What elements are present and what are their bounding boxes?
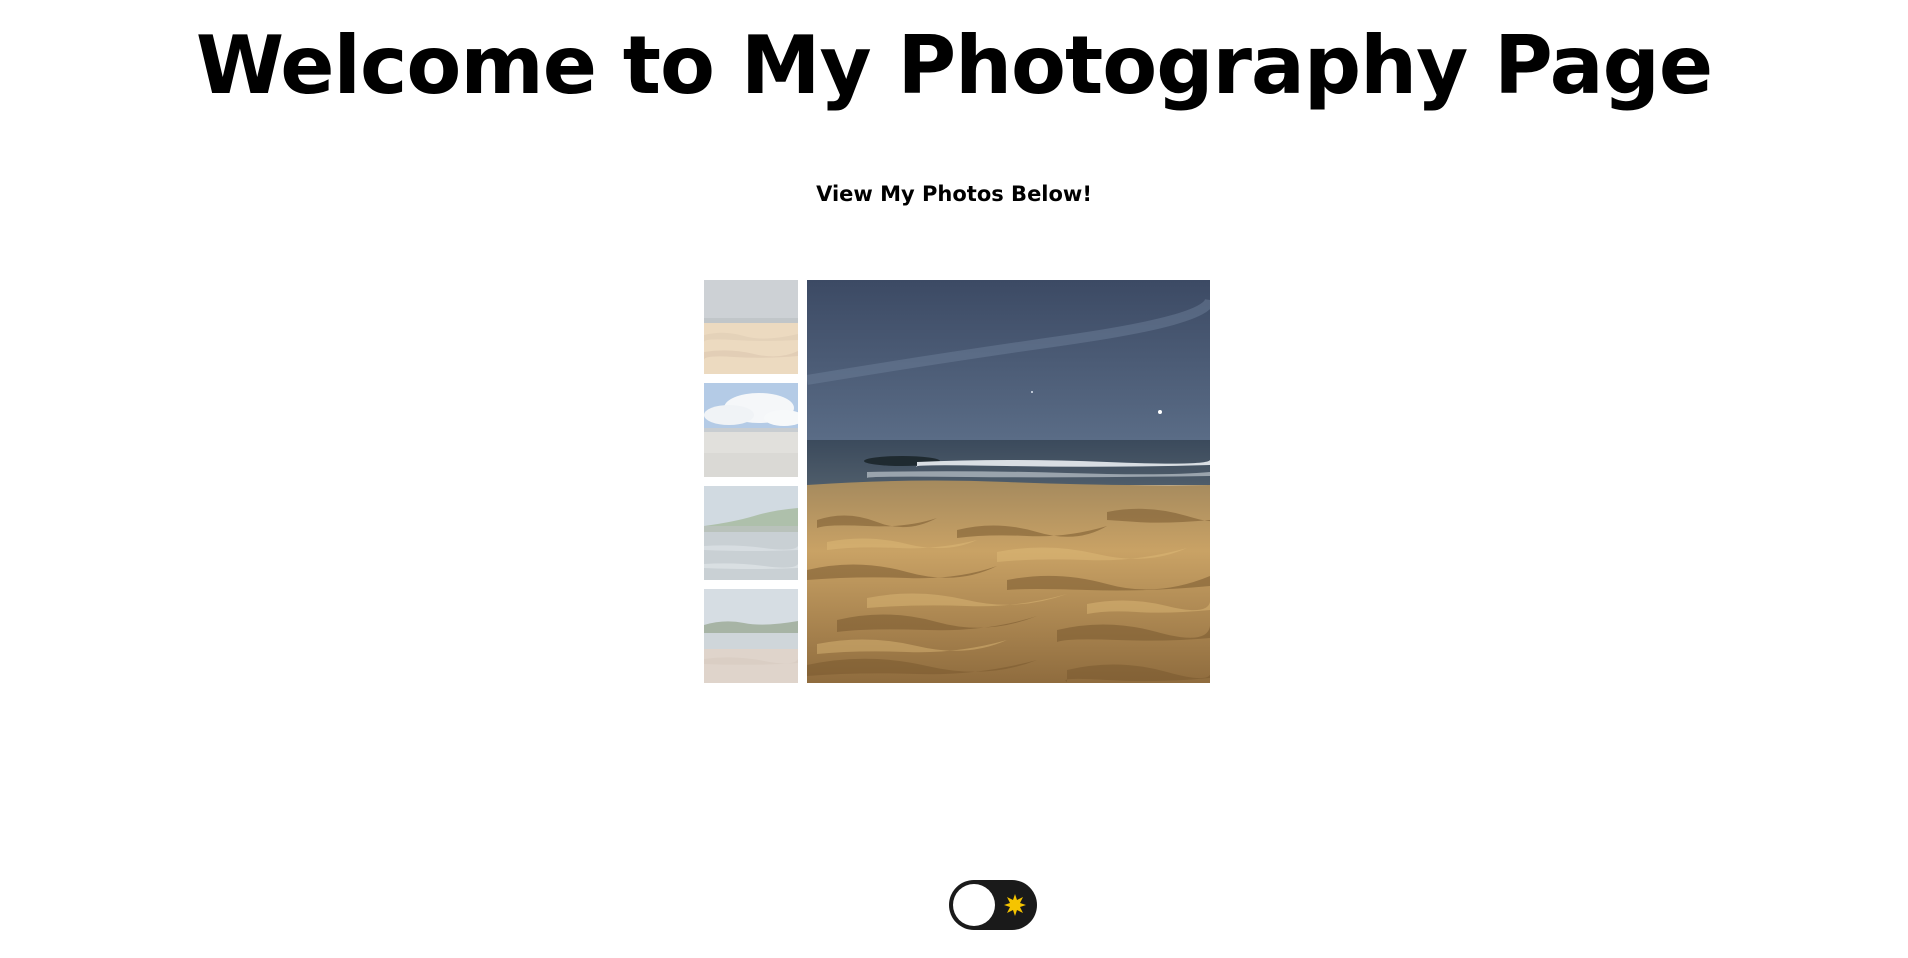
beach-photo-thumbnail: [704, 280, 798, 374]
page: Welcome to My Photography Page View My P…: [0, 0, 1908, 958]
gallery-thumbnail-4[interactable]: [704, 589, 798, 683]
page-title: Welcome to My Photography Page: [195, 19, 1713, 112]
sun-icon: [1004, 894, 1026, 916]
gallery-thumbnail-3[interactable]: [704, 486, 798, 580]
main-photo: [807, 280, 1210, 683]
theme-toggle[interactable]: [949, 880, 1037, 930]
gallery-thumbnail-2[interactable]: [704, 383, 798, 477]
thumbnail-list: [704, 280, 798, 692]
clouds-beach-photo-thumbnail: [704, 383, 798, 477]
shoreline-trees-photo-thumbnail: [704, 486, 798, 580]
night-beach-sand-photo: [807, 280, 1210, 683]
toggle-knob: [953, 884, 995, 926]
page-subtitle: View My Photos Below!: [816, 182, 1092, 206]
lake-reflection-photo-thumbnail: [704, 589, 798, 683]
gallery-thumbnail-1[interactable]: [704, 280, 798, 374]
photo-gallery: [704, 280, 1210, 684]
